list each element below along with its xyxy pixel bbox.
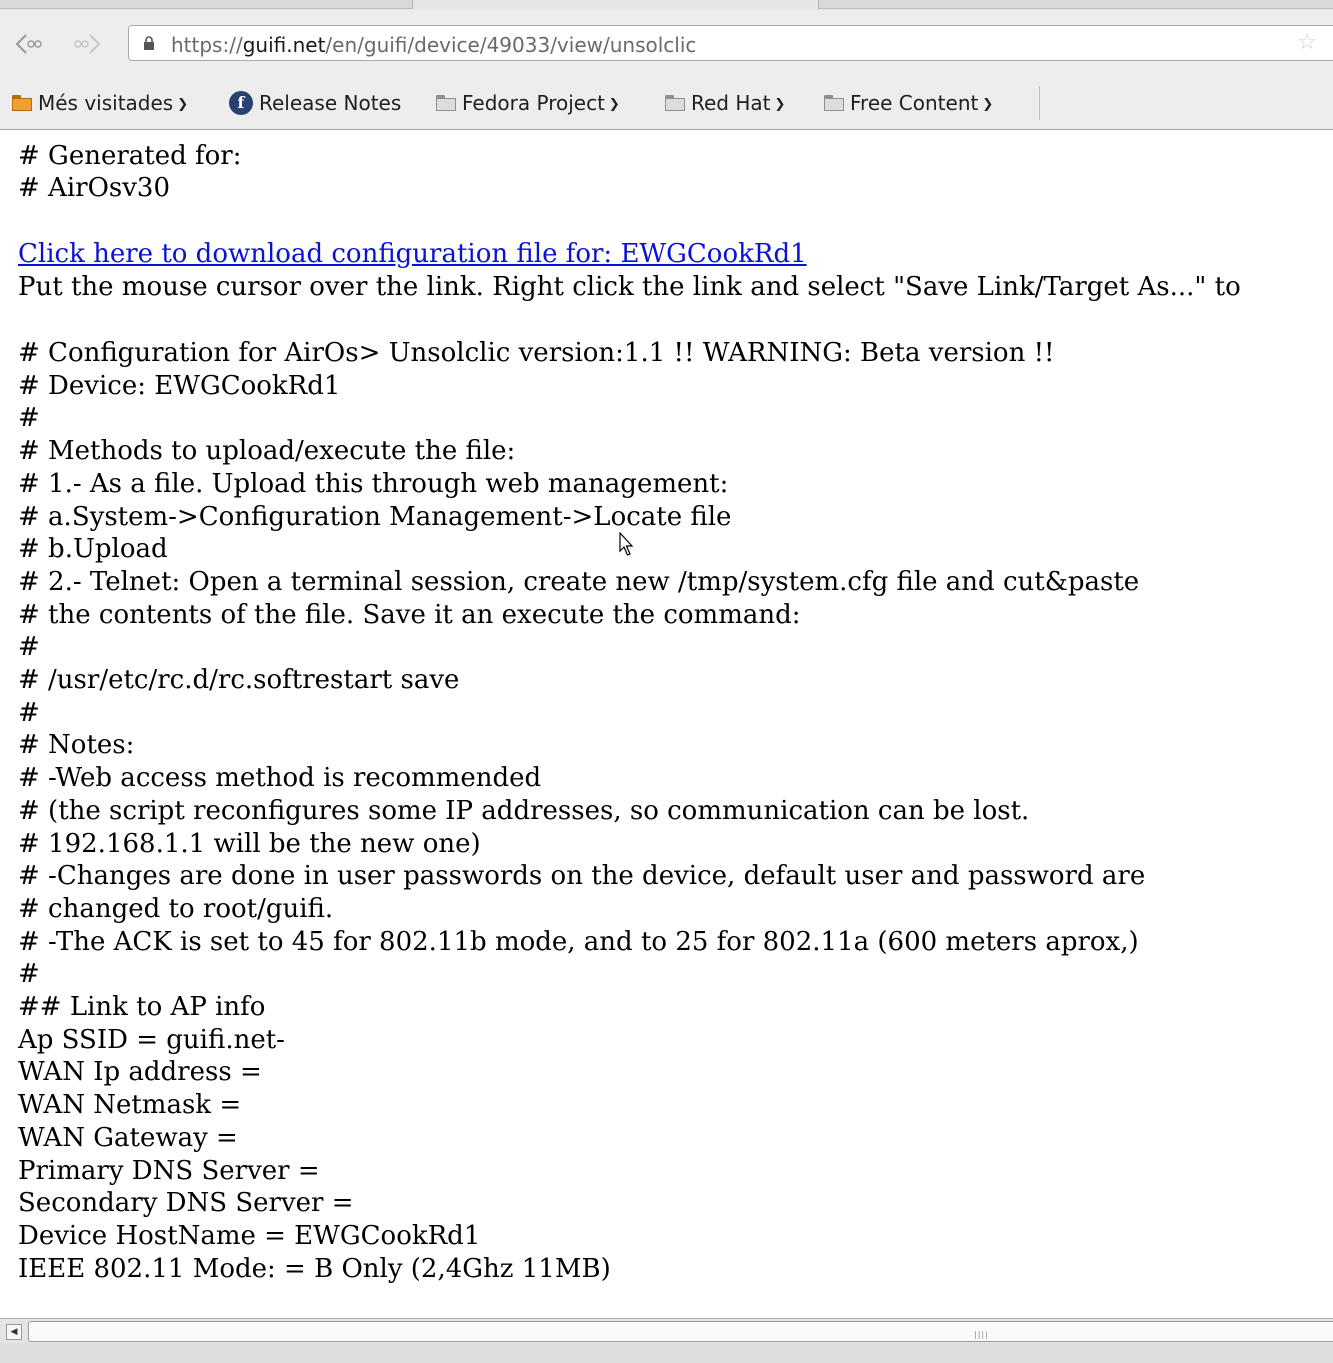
forward-button[interactable] [72,30,104,58]
chevron-down-icon: ❯ [774,96,786,112]
config-line: # /usr/etc/rc.d/rc.softrestart save [18,665,460,695]
mouse-pointer-icon [619,532,634,556]
config-line: # [18,959,40,990]
config-line: # changed to root/guifi. [18,893,334,924]
tab-strip [0,0,1333,10]
status-bar [0,1343,1333,1363]
config-line: # [18,632,40,663]
config-line: Primary DNS Server = [18,1155,320,1186]
chevron-down-icon: ❯ [608,96,620,112]
bookmark-label: Fedora Project [462,91,605,115]
bookmark-free-content[interactable]: Free Content ❯ [824,90,993,116]
url-text[interactable]: https://guifi.net/en/guifi/device/49033/… [171,33,696,57]
config-line: ## Link to AP info [18,992,266,1022]
config-line: # Configuration for AirOs> Unsolclic ver… [18,338,1055,368]
download-hint: Put the mouse cursor over the link. Righ… [18,272,1241,302]
config-line: # Device: EWGCookRd1 [18,370,341,401]
config-line: # [18,697,40,728]
config-line: WAN Netmask = [18,1090,242,1121]
config-line: # -The ACK is set to 45 for 802.11b mode… [18,926,1139,957]
config-line: Secondary DNS Server = [18,1188,354,1219]
lock-icon [144,36,154,50]
fedora-icon: f [229,91,253,115]
bookmark-label: Release Notes [259,91,402,115]
bookmark-star-icon[interactable]: ☆ [1297,30,1317,55]
config-line: # b.Upload [18,534,168,565]
config-line: # Notes: [18,730,135,761]
bookmark-red-hat[interactable]: Red Hat ❯ [665,90,785,116]
tab-left[interactable] [0,0,413,9]
config-line: # 1.- As a file. Upload this through web… [18,468,729,499]
bookmark-label: Red Hat [691,91,771,115]
grip-icon: |||| [974,1330,989,1339]
url-domain: guifi.net [242,33,326,57]
address-bar[interactable]: https://guifi.net/en/guifi/device/49033/… [128,25,1333,61]
config-line: # Methods to upload/execute the file: [18,436,516,467]
config-line: # the contents of the file. Save it an e… [18,599,801,630]
scroll-left-button[interactable]: ◀ [6,1324,22,1340]
chevron-down-icon: ❯ [177,96,189,112]
config-line: # (the script reconfigures some IP addre… [18,795,1030,826]
tab-right[interactable] [818,0,1333,9]
horizontal-scrollbar[interactable]: ◀ |||| [0,1318,1333,1343]
config-line: # 192.168.1.1 will be the new one) [18,828,481,859]
folder-icon [436,95,458,111]
forward-arrow-icon [74,34,101,54]
scrollbar-thumb[interactable]: |||| [28,1321,1333,1342]
generated-line: # AirOsv30 [18,173,171,203]
config-line: # 2.- Telnet: Open a terminal session, c… [18,566,1140,597]
bookmarks-bar: Més visitades ❯ f Release Notes Fedora P… [0,78,1333,130]
bookmarks-separator [1039,86,1040,120]
bookmark-release-notes[interactable]: f Release Notes [229,90,401,116]
config-line: # a.System->Configuration Management->Lo… [18,501,732,532]
config-line: IEEE 802.11 Mode: = B Only (2,4Ghz 11MB) [18,1253,611,1284]
bookmark-fedora-project[interactable]: Fedora Project ❯ [436,90,620,116]
config-line: # -Web access method is recommended [18,763,542,794]
config-line: WAN Ip address = [18,1057,262,1088]
download-config-link[interactable]: Click here to download configuration fil… [18,238,807,270]
navigation-bar: https://guifi.net/en/guifi/device/49033/… [0,10,1333,78]
bookmark-mes-visitades[interactable]: Més visitades ❯ [12,90,188,116]
folder-icon [665,95,687,111]
back-arrow-icon [15,34,42,54]
bookmark-label: Free Content [850,91,979,115]
url-path: /en/guifi/device/49033/view/unsolclic [325,33,697,57]
folder-orange-icon [12,95,34,111]
config-line: Ap SSID = guifi.net- [18,1024,285,1055]
generated-line: # Generated for: [18,141,242,171]
url-scheme: https:// [171,33,243,57]
config-line: WAN Gateway = [18,1122,238,1153]
folder-icon [824,95,846,111]
chevron-down-icon: ❯ [982,96,994,112]
bookmark-label: Més visitades [38,91,174,115]
config-line: # -Changes are done in user passwords on… [18,861,1146,892]
back-button[interactable] [12,30,44,58]
config-line: Device HostName = EWGCookRd1 [18,1220,481,1251]
config-line: # [18,403,40,434]
